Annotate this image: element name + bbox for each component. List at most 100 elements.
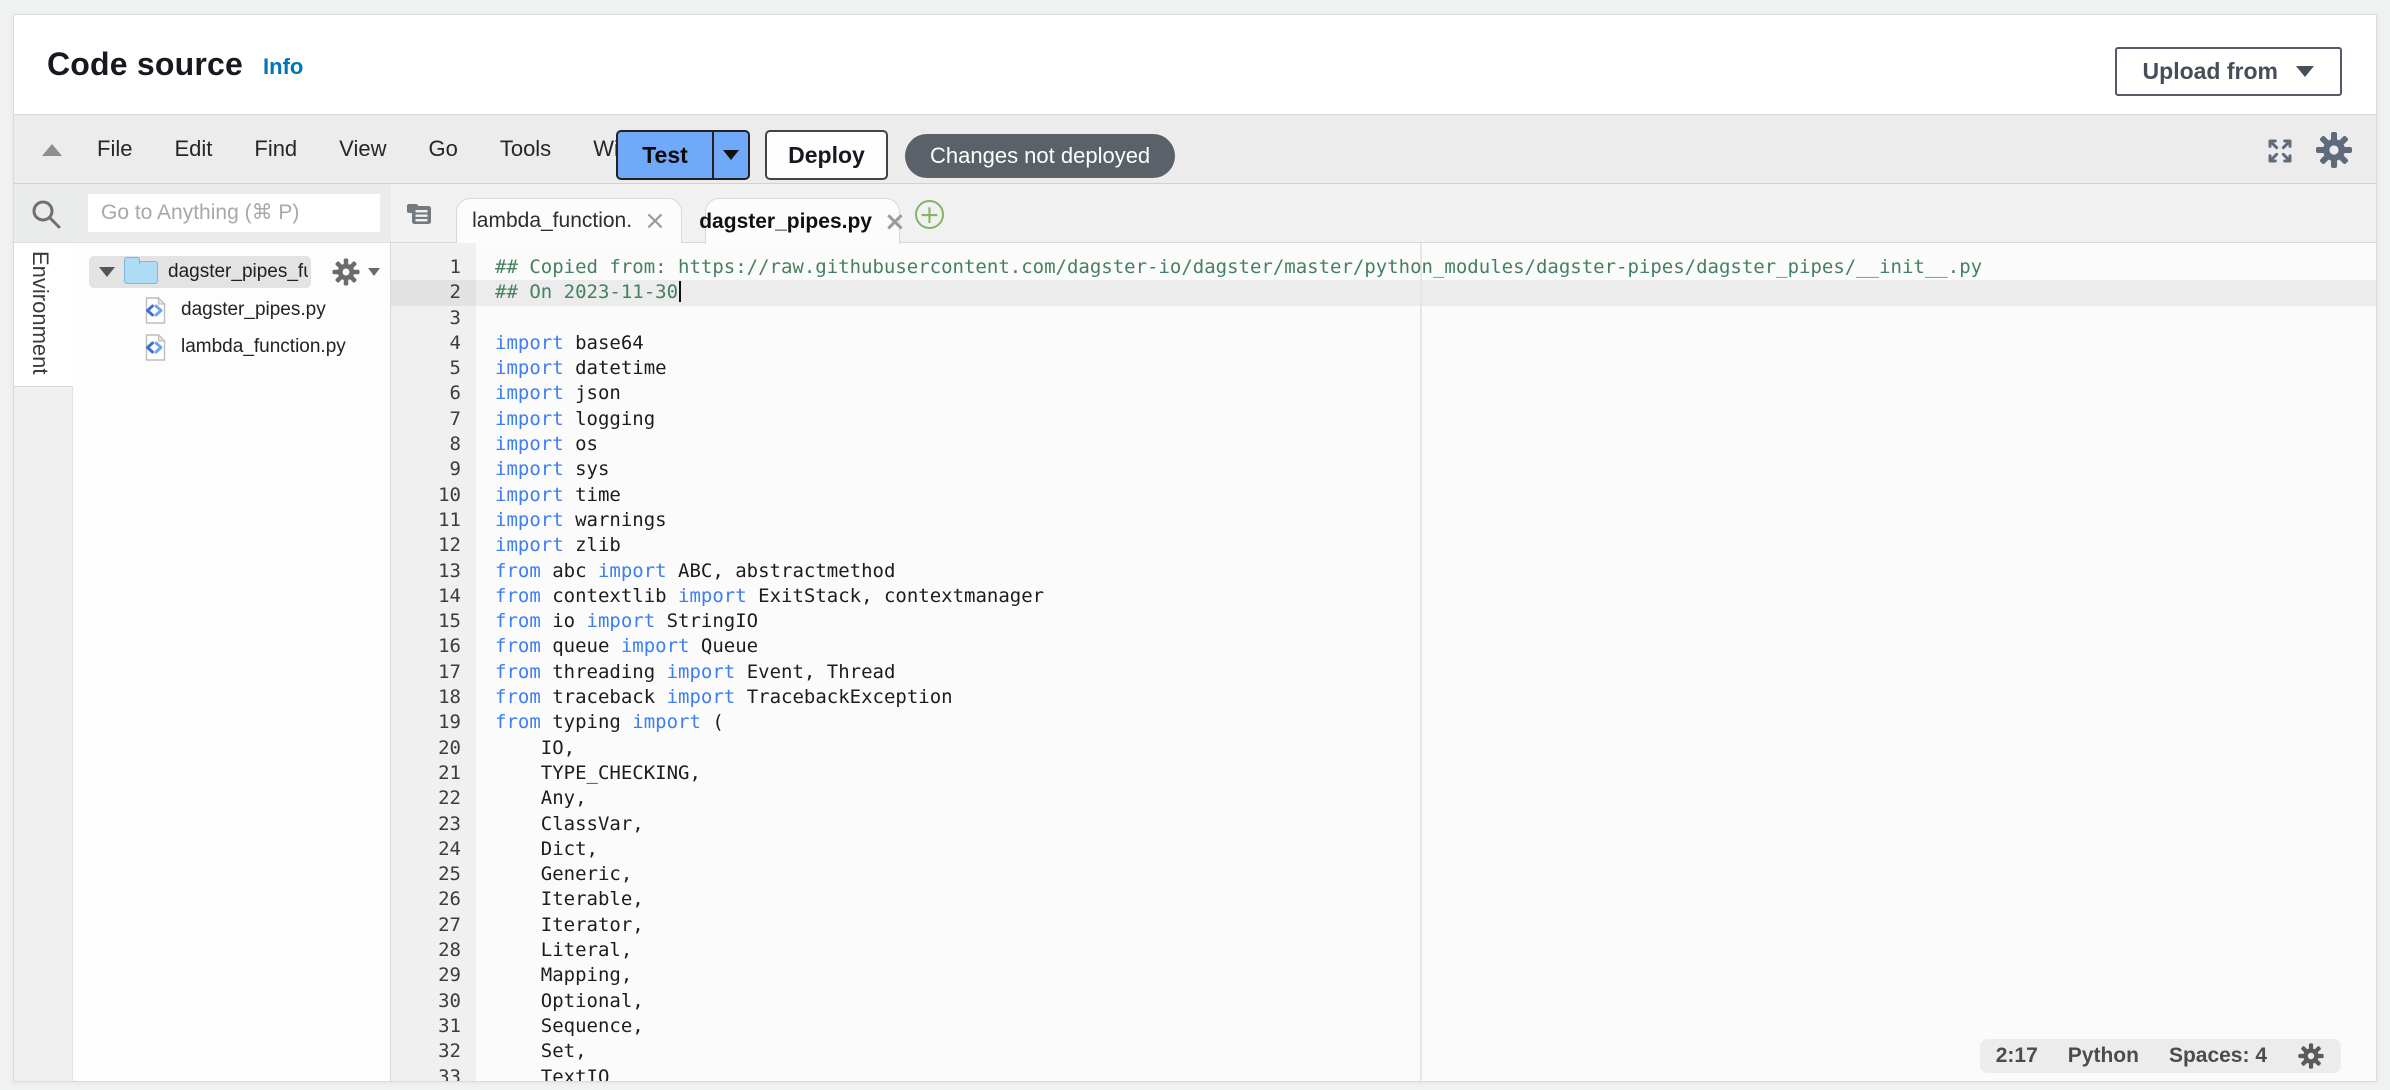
code-line[interactable]: 29 Mapping, (391, 963, 2376, 988)
line-number[interactable]: 18 (391, 685, 476, 710)
line-number[interactable]: 33 (391, 1065, 476, 1082)
code-line[interactable]: 9import sys (391, 457, 2376, 482)
goto-anything-input[interactable] (88, 194, 380, 232)
settings-gear-icon[interactable] (2314, 130, 2354, 170)
folder-expanded-icon[interactable] (99, 267, 115, 277)
line-number[interactable]: 29 (391, 963, 476, 988)
line-number[interactable]: 6 (391, 381, 476, 406)
line-number[interactable]: 1 (391, 255, 476, 280)
line-number[interactable]: 15 (391, 609, 476, 634)
tree-file-lambda-function[interactable]: lambda_function.py (73, 333, 346, 361)
line-number[interactable]: 28 (391, 938, 476, 963)
menu-go[interactable]: Go (407, 136, 478, 162)
code-line[interactable]: 12import zlib (391, 533, 2376, 558)
code-line[interactable]: 20 IO, (391, 736, 2376, 761)
upload-from-button[interactable]: Upload from (2115, 47, 2342, 96)
info-link[interactable]: Info (263, 54, 303, 80)
environment-tab[interactable]: Environment (14, 243, 73, 387)
code-line[interactable]: 3 (391, 306, 2376, 331)
code-line[interactable]: 31 Sequence, (391, 1014, 2376, 1039)
line-number[interactable]: 13 (391, 559, 476, 584)
code-line[interactable]: 14from contextlib import ExitStack, cont… (391, 584, 2376, 609)
line-number[interactable]: 2 (391, 280, 476, 305)
code-text: from abc import ABC, abstractmethod (476, 559, 895, 584)
test-dropdown-button[interactable] (714, 132, 748, 178)
tab-list-icon[interactable] (405, 200, 433, 228)
fullscreen-icon[interactable] (2264, 135, 2296, 167)
line-number[interactable]: 23 (391, 812, 476, 837)
code-line[interactable]: 11import warnings (391, 508, 2376, 533)
close-icon[interactable]: × (884, 209, 906, 235)
cursor-position[interactable]: 2:17 (1996, 1044, 2038, 1068)
code-line[interactable]: 15from io import StringIO (391, 609, 2376, 634)
code-line[interactable]: 21 TYPE_CHECKING, (391, 761, 2376, 786)
line-number[interactable]: 25 (391, 862, 476, 887)
code-line[interactable]: 23 ClassVar, (391, 812, 2376, 837)
tree-settings-button[interactable] (331, 257, 380, 287)
line-number[interactable]: 16 (391, 634, 476, 659)
line-number[interactable]: 26 (391, 887, 476, 912)
code-line[interactable]: 7import logging (391, 407, 2376, 432)
line-number[interactable]: 4 (391, 331, 476, 356)
close-icon[interactable]: × (644, 208, 666, 234)
code-line[interactable]: 16from queue import Queue (391, 634, 2376, 659)
code-line[interactable]: 22 Any, (391, 786, 2376, 811)
line-number[interactable]: 21 (391, 761, 476, 786)
line-number[interactable]: 10 (391, 483, 476, 508)
test-split-button[interactable]: Test (616, 130, 750, 180)
new-tab-button[interactable]: + (915, 200, 944, 229)
code-line[interactable]: 17from threading import Event, Thread (391, 660, 2376, 685)
tab-lambda-function[interactable]: lambda_function. × (456, 198, 682, 243)
code-line[interactable]: 27 Iterator, (391, 913, 2376, 938)
code-line[interactable]: 1## Copied from: https://raw.githubuserc… (391, 255, 2376, 280)
line-number[interactable]: 27 (391, 913, 476, 938)
menu-file[interactable]: File (76, 136, 153, 162)
code-line[interactable]: 18from traceback import TracebackExcepti… (391, 685, 2376, 710)
language-mode[interactable]: Python (2068, 1044, 2139, 1068)
collapse-panel-icon[interactable] (42, 144, 62, 156)
code-line[interactable]: 26 Iterable, (391, 887, 2376, 912)
code-line[interactable]: 4import base64 (391, 331, 2376, 356)
editor-settings-gear-icon[interactable] (2297, 1042, 2325, 1070)
line-number[interactable]: 3 (391, 306, 476, 331)
menu-find[interactable]: Find (233, 136, 318, 162)
line-number[interactable]: 12 (391, 533, 476, 558)
menu-tools[interactable]: Tools (479, 136, 572, 162)
menu-view[interactable]: View (318, 136, 407, 162)
line-number[interactable]: 8 (391, 432, 476, 457)
code-line[interactable]: 2## On 2023-11-30 (391, 280, 2376, 305)
code-line[interactable]: 30 Optional, (391, 989, 2376, 1014)
tree-folder-row[interactable]: dagster_pipes_funct (89, 256, 311, 288)
indentation-setting[interactable]: Spaces: 4 (2169, 1044, 2267, 1068)
code-line[interactable]: 24 Dict, (391, 837, 2376, 862)
code-line[interactable]: 25 Generic, (391, 862, 2376, 887)
test-button[interactable]: Test (618, 132, 714, 178)
line-number[interactable]: 19 (391, 710, 476, 735)
line-number[interactable]: 11 (391, 508, 476, 533)
code-line[interactable]: 10import time (391, 483, 2376, 508)
line-number[interactable]: 20 (391, 736, 476, 761)
line-number[interactable]: 30 (391, 989, 476, 1014)
code-editor[interactable]: 1## Copied from: https://raw.githubuserc… (391, 243, 2376, 1081)
code-line[interactable]: 6import json (391, 381, 2376, 406)
code-line[interactable]: 28 Literal, (391, 938, 2376, 963)
menu-edit[interactable]: Edit (153, 136, 233, 162)
line-number[interactable]: 5 (391, 356, 476, 381)
code-text: Sequence, (476, 1014, 644, 1039)
deploy-button[interactable]: Deploy (765, 130, 888, 180)
line-number[interactable]: 14 (391, 584, 476, 609)
line-number[interactable]: 17 (391, 660, 476, 685)
line-number[interactable]: 31 (391, 1014, 476, 1039)
line-number[interactable]: 9 (391, 457, 476, 482)
code-line[interactable]: 5import datetime (391, 356, 2376, 381)
line-number[interactable]: 32 (391, 1039, 476, 1064)
tab-dagster-pipes[interactable]: dagster_pipes.py × (705, 198, 900, 244)
line-number[interactable]: 24 (391, 837, 476, 862)
code-text: import time (476, 483, 621, 508)
code-line[interactable]: 13from abc import ABC, abstractmethod (391, 559, 2376, 584)
code-line[interactable]: 8import os (391, 432, 2376, 457)
line-number[interactable]: 22 (391, 786, 476, 811)
line-number[interactable]: 7 (391, 407, 476, 432)
tree-file-dagster-pipes[interactable]: dagster_pipes.py (73, 296, 326, 324)
code-line[interactable]: 19from typing import ( (391, 710, 2376, 735)
